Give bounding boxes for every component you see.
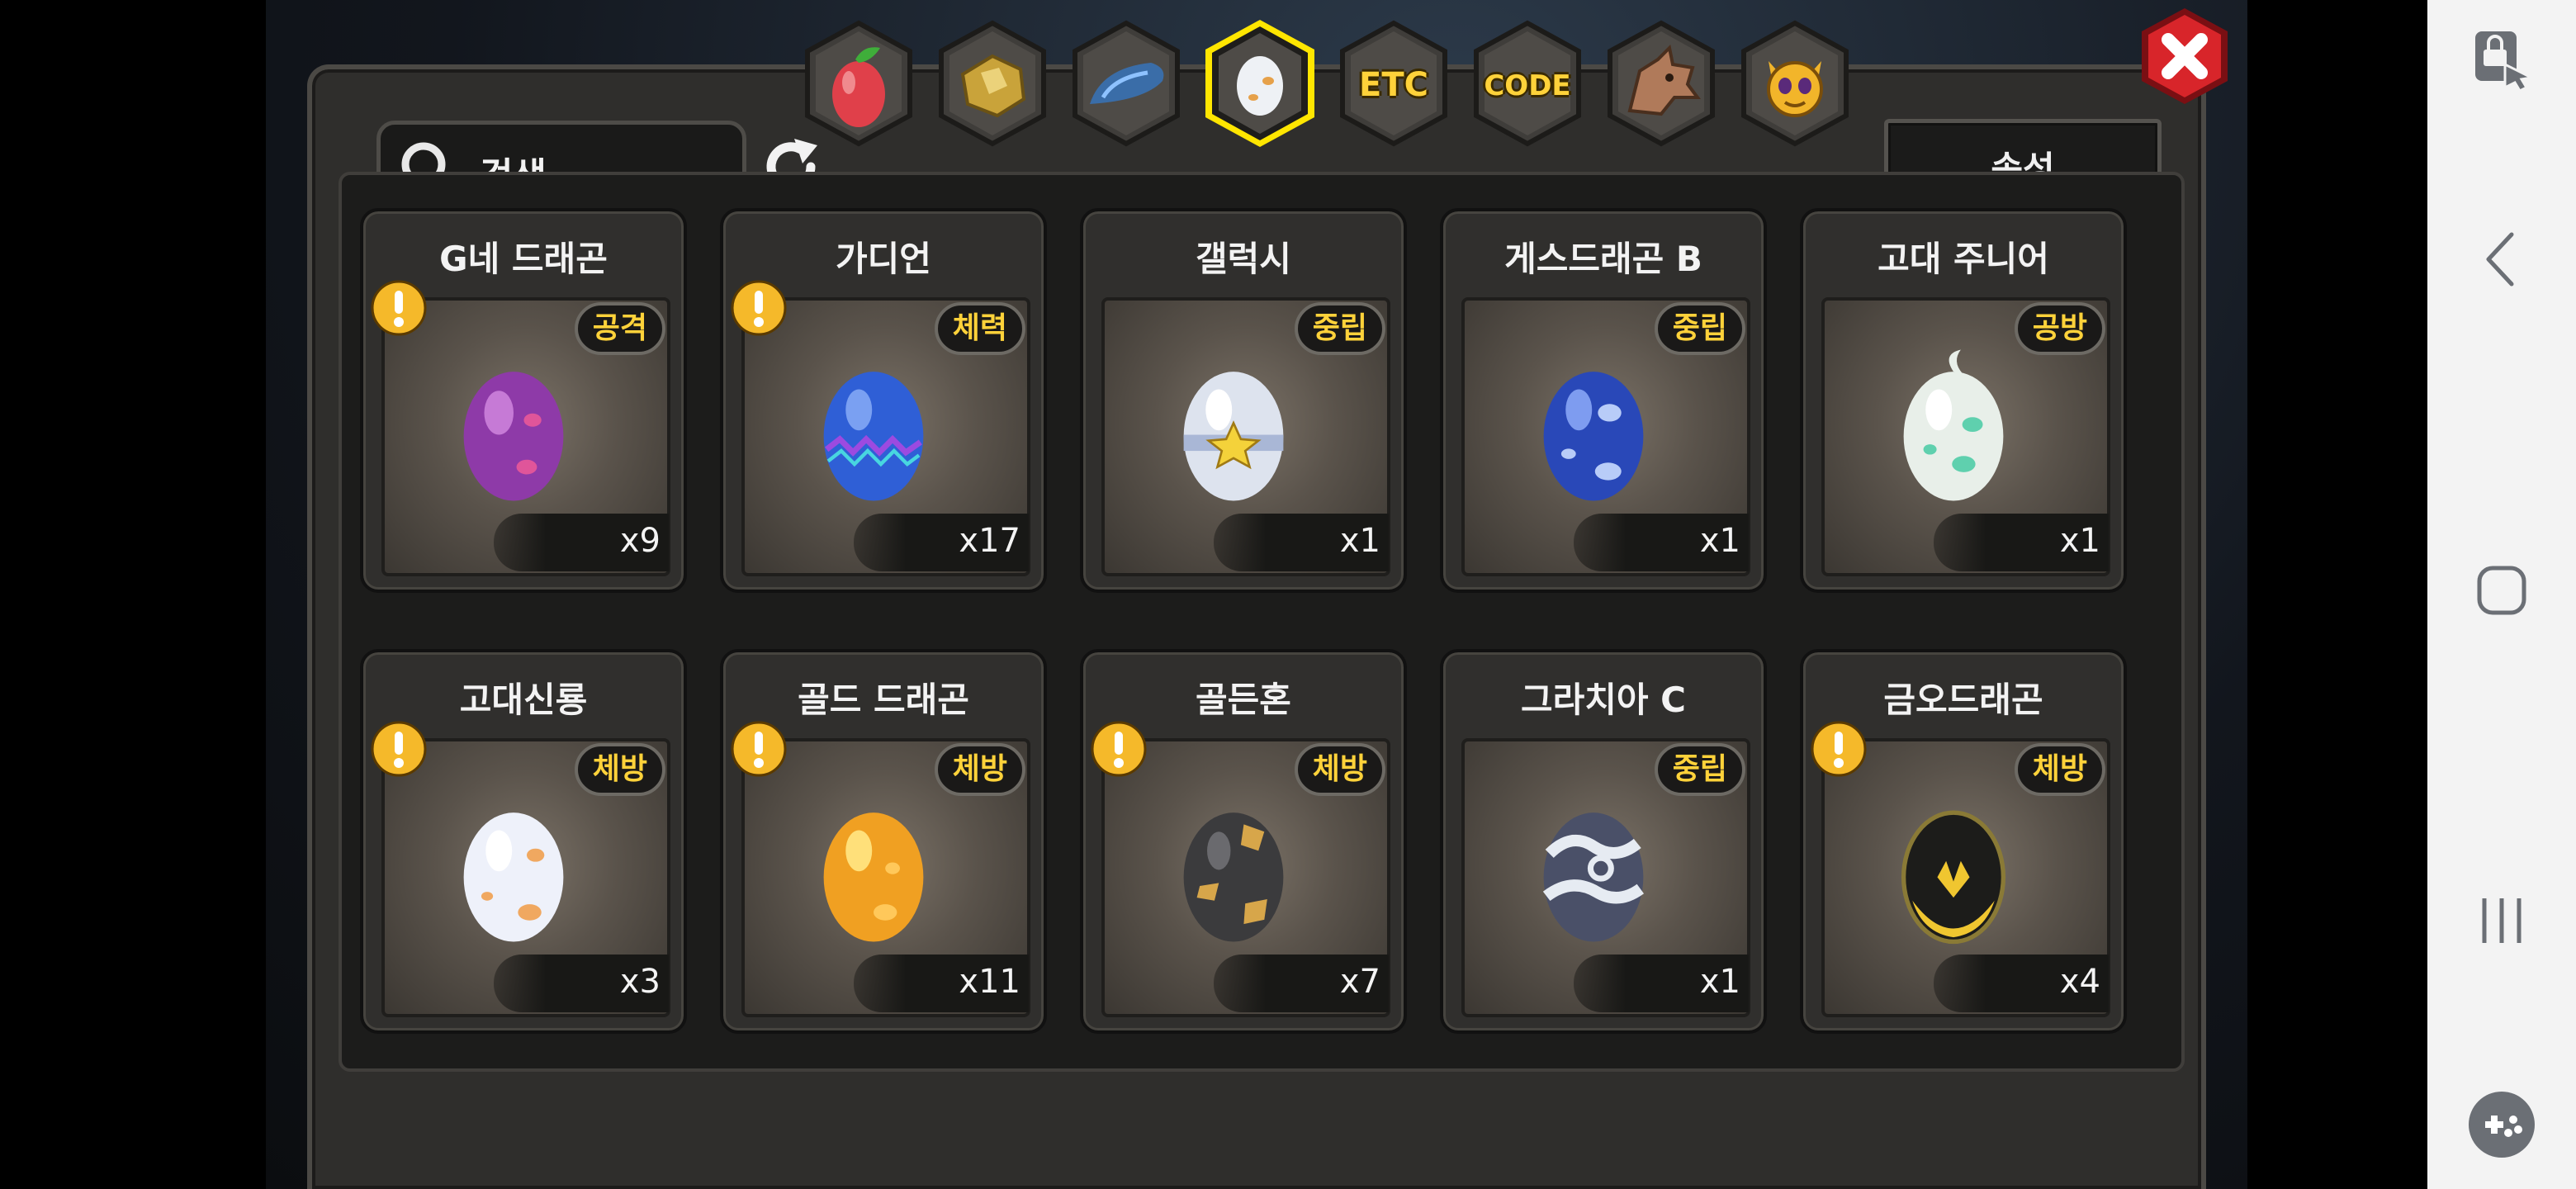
home-icon[interactable] <box>2473 561 2531 619</box>
tab-code[interactable]: CODE <box>1466 18 1589 150</box>
tab-fruit[interactable] <box>798 18 920 150</box>
warning-icon <box>371 721 427 777</box>
item-name: 골든혼 <box>1196 680 1291 720</box>
egg-icon <box>463 812 564 942</box>
item-count: x9 <box>619 522 661 560</box>
touch-lock-icon[interactable] <box>2467 25 2536 94</box>
egg-icon <box>1237 56 1283 116</box>
warning-icon <box>371 280 427 336</box>
item-count: x7 <box>1339 963 1380 1001</box>
item-card[interactable]: 골든혼 체방 x7 <box>1080 649 1407 1034</box>
warning-icon <box>731 721 787 777</box>
item-card[interactable]: 그라치아 C 중립 x1 <box>1440 649 1767 1034</box>
item-name: 골드 드래곤 <box>798 680 969 720</box>
item-card[interactable]: 갤럭시 중립 x1 <box>1080 208 1407 593</box>
item-name: 금오드래곤 <box>1883 680 2043 720</box>
item-card[interactable]: 고대 주니어공방 x1 <box>1800 208 2127 593</box>
tab-mascot[interactable] <box>1734 18 1856 150</box>
attribute-badge: 체력 <box>934 302 1025 355</box>
back-icon[interactable] <box>2477 228 2526 291</box>
attribute-badge: 중립 <box>1654 743 1745 796</box>
attribute-badge: 체방 <box>1294 743 1385 796</box>
item-card[interactable]: 게스드래곤 B 중립 x1 <box>1440 208 1767 593</box>
egg-icon <box>1901 810 2006 945</box>
tab-etc-label: ETC <box>1359 66 1428 104</box>
recent-apps-icon[interactable] <box>2473 892 2531 950</box>
item-card[interactable]: 골드 드래곤체방 x11 <box>720 649 1047 1034</box>
attribute-badge: 체방 <box>934 743 1025 796</box>
item-card[interactable]: G네 드래곤공격 x9 <box>360 208 687 593</box>
attribute-badge: 체방 <box>574 743 665 796</box>
tab-egg[interactable] <box>1199 18 1321 150</box>
warning-icon <box>1091 721 1147 777</box>
item-grid: G네 드래곤 공격 x9 가디언 체력 x17 갤럭시 중립 x1 게스드래곤 B 중립 x1 고대 주… <box>339 172 2185 1072</box>
warning-icon <box>731 280 787 336</box>
item-count: x1 <box>1699 963 1740 1001</box>
attribute-badge: 공격 <box>574 302 665 355</box>
attribute-badge: 체방 <box>2014 743 2105 796</box>
egg-icon <box>1543 372 1644 501</box>
item-count: x1 <box>1339 522 1380 560</box>
item-card[interactable]: 고대신룡체방 x3 <box>360 649 687 1034</box>
attribute-badge: 공방 <box>2014 302 2105 355</box>
item-name: 고대신룡 <box>459 680 588 720</box>
item-count: x1 <box>2059 522 2100 560</box>
item-count: x4 <box>2059 963 2100 1001</box>
egg-icon <box>1903 349 2004 501</box>
item-count: x1 <box>1699 522 1740 560</box>
egg-icon <box>463 372 564 501</box>
tab-code-label: CODE <box>1484 69 1571 102</box>
mascot-face-icon <box>1767 61 1823 117</box>
tab-etc[interactable]: ETC <box>1333 18 1455 150</box>
egg-icon <box>1542 812 1645 942</box>
item-name: 가디언 <box>836 239 931 279</box>
item-name: 갤럭시 <box>1196 239 1291 279</box>
item-count: x17 <box>959 522 1020 560</box>
egg-icon <box>823 372 924 501</box>
game-screen: 검색 속성 <box>266 0 2247 1189</box>
game-tools-icon[interactable] <box>2467 1090 2536 1159</box>
item-name: 그라치아 C <box>1520 680 1686 720</box>
egg-icon <box>1183 372 1284 501</box>
egg-icon <box>1183 812 1284 942</box>
attribute-badge: 중립 <box>1294 302 1385 355</box>
close-icon[interactable] <box>2133 5 2236 107</box>
item-count: x11 <box>959 963 1020 1001</box>
warning-icon <box>1811 721 1867 777</box>
item-count: x3 <box>619 963 661 1001</box>
tab-dragon-scale[interactable] <box>1065 18 1187 150</box>
egg-icon <box>823 812 924 942</box>
attribute-badge: 중립 <box>1654 302 1745 355</box>
item-card[interactable]: 금오드래곤체방 x4 <box>1800 649 2127 1034</box>
tab-gold-ore[interactable] <box>931 18 1054 150</box>
tab-dragon[interactable] <box>1600 18 1722 150</box>
android-navigation-bar <box>2427 0 2576 1189</box>
item-name: 고대 주니어 <box>1878 239 2049 279</box>
item-name: 게스드래곤 B <box>1504 239 1702 279</box>
item-name: G네 드래곤 <box>439 239 608 279</box>
item-card[interactable]: 가디언 체력 x17 <box>720 208 1047 593</box>
